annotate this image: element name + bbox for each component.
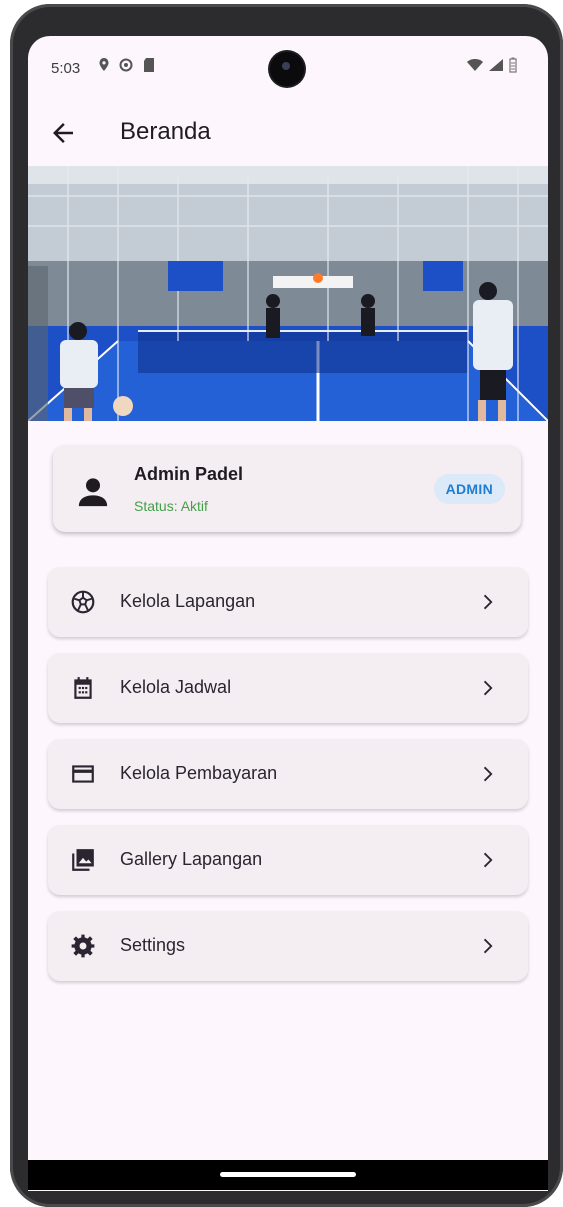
sd-card-icon (144, 58, 154, 72)
chevron-right-icon (483, 594, 493, 610)
app-bar: Beranda (28, 100, 548, 166)
padel-court-illustration (28, 166, 548, 421)
arrow-left-icon[interactable] (48, 118, 78, 148)
app-screen: 5:03 Beranda Admin Padel Status: Aktif A… (28, 36, 548, 1191)
menu-item-kelola-lapangan[interactable]: Kelola Lapangan (48, 567, 528, 637)
wifi-icon (467, 59, 483, 71)
status-icons-right (466, 57, 518, 73)
menu-item-kelola-pembayaran[interactable]: Kelola Pembayaran (48, 739, 528, 809)
menu-item-label: Gallery Lapangan (120, 849, 263, 869)
calendar-icon (74, 677, 92, 699)
menu-item-label: Kelola Pembayaran (120, 763, 278, 783)
menu-item-kelola-jadwal[interactable]: Kelola Jadwal (48, 653, 528, 723)
signal-icon (489, 59, 503, 71)
chevron-right-icon (483, 938, 493, 954)
battery-icon (509, 57, 517, 73)
gear-icon (71, 934, 95, 958)
chevron-right-icon (483, 766, 493, 782)
menu-item-label: Kelola Jadwal (120, 677, 232, 697)
soccer-ball-icon (71, 590, 95, 614)
menu-item-label: Settings (120, 935, 186, 955)
page-title: Beranda (120, 118, 211, 145)
credit-card-icon (72, 765, 94, 783)
status-time: 5:03 (51, 60, 81, 77)
photo-library-icon (72, 849, 94, 871)
settings-icon (119, 58, 133, 72)
chevron-right-icon (483, 852, 493, 868)
profile-name: Admin Padel (134, 464, 244, 484)
status-bar: 5:03 (28, 36, 548, 100)
menu-item-label: Kelola Lapangan (120, 591, 256, 611)
location-icon (99, 58, 109, 71)
menu-item-gallery-lapangan[interactable]: Gallery Lapangan (48, 825, 528, 895)
chevron-right-icon (483, 680, 493, 696)
status-icons-left (98, 57, 156, 73)
role-badge: ADMIN (433, 474, 505, 504)
admin-menu: Kelola Lapangan Kelola Jadwal Kelola Pem… (48, 567, 528, 997)
home-gesture-handle[interactable] (220, 1172, 356, 1177)
front-camera (270, 52, 304, 86)
person-icon (78, 478, 108, 507)
profile-status: Status: Aktif (134, 498, 208, 514)
system-navigation-bar (28, 1160, 548, 1190)
profile-card: Admin Padel Status: Aktif ADMIN (53, 446, 521, 532)
menu-item-settings[interactable]: Settings (48, 911, 528, 981)
court-banner-image (28, 166, 548, 421)
